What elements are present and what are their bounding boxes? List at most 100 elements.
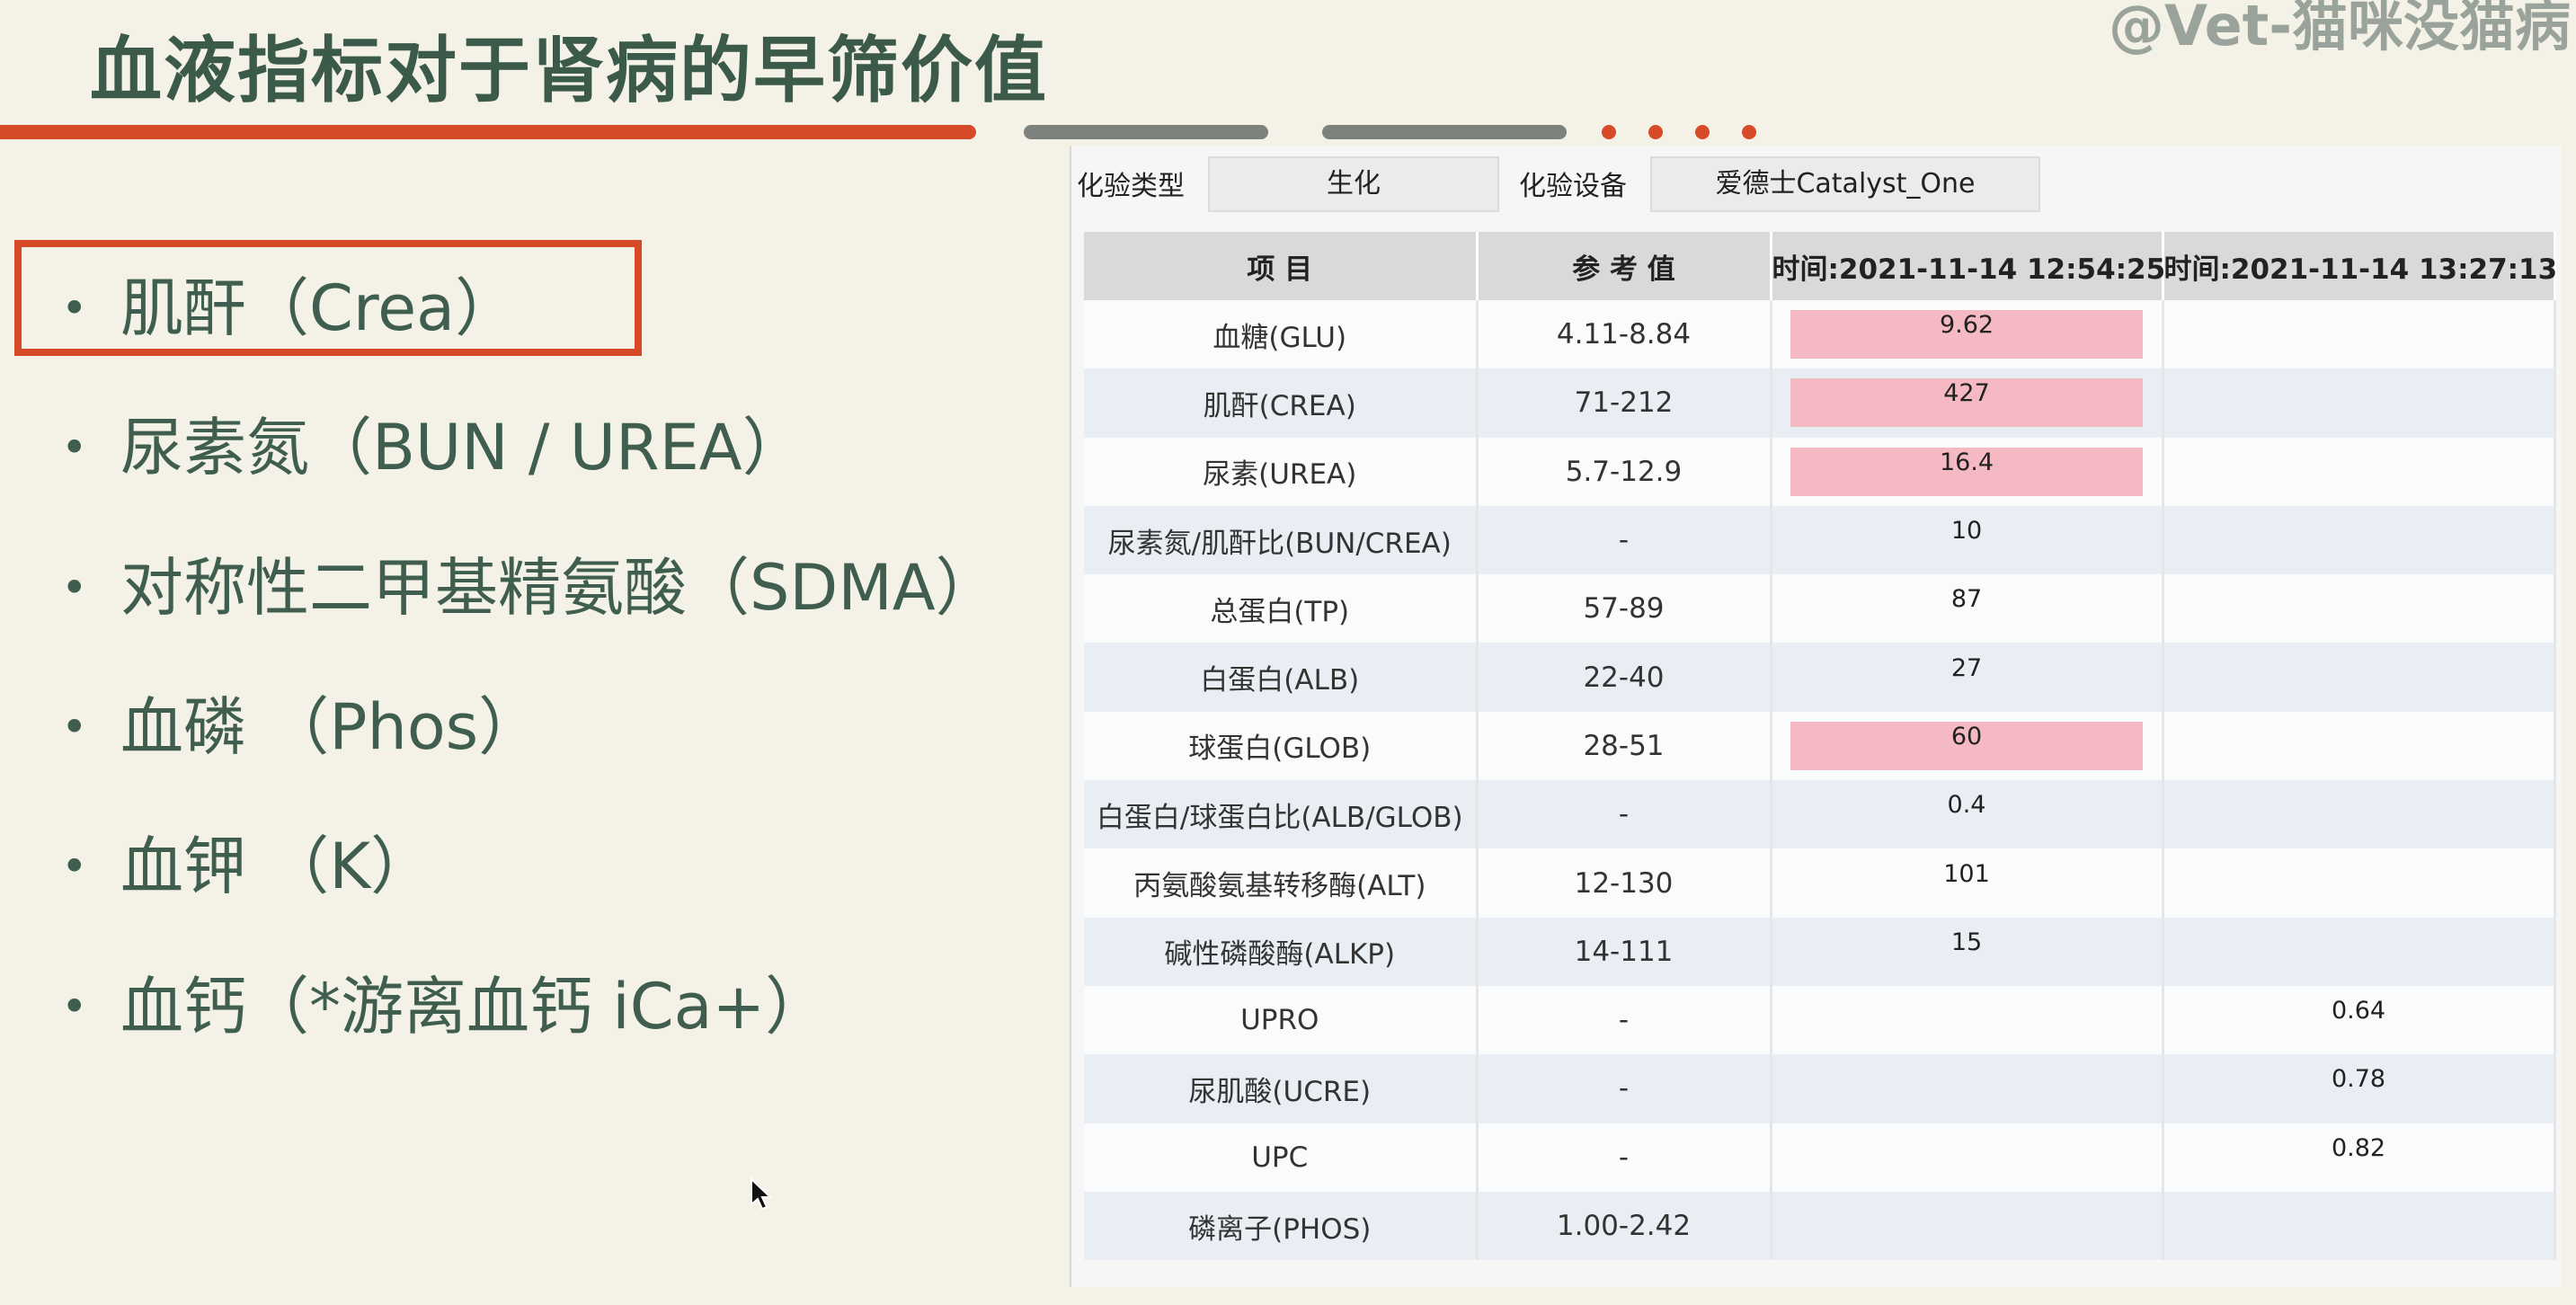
value: 0.78: [2331, 1065, 2386, 1094]
cell-time-2: [2163, 711, 2556, 781]
value: [2164, 790, 2554, 839]
progress-dot: [1648, 125, 1663, 139]
table-header-row: 项 目 参 考 值 时间:2021-11-14 12:54:25 时间:2021…: [1084, 232, 2557, 300]
cell-reference: 57-89: [1477, 574, 1772, 644]
device-select[interactable]: 爱德士Catalyst_One: [1650, 156, 2040, 212]
cell-time-1: [1771, 1123, 2164, 1192]
column-header-time-1[interactable]: 时间:2021-11-14 12:54:25: [1771, 232, 2165, 300]
column-header-reference[interactable]: 参 考 值: [1477, 232, 1772, 300]
cell-time-2: [2163, 848, 2556, 918]
value: [2164, 722, 2554, 770]
bullet-item: • 尿素氮（BUN / UREA）: [61, 411, 805, 484]
bullet-item: • 血钾 （K）: [61, 830, 434, 903]
cell-reference: 14-111: [1477, 917, 1772, 986]
progress-dot: [1695, 125, 1710, 139]
bullet-text: 血磷 （Phos）: [120, 690, 542, 764]
table-row[interactable]: UPC - 0.82: [1084, 1123, 2556, 1192]
cell-time-2: 0.64: [2163, 985, 2556, 1055]
mouse-cursor-icon: [751, 1177, 773, 1211]
watermark: @Vet-猫咪没猫病: [2108, 0, 2571, 58]
cell-reference: 28-51: [1477, 711, 1772, 781]
cell-time-1: 427: [1771, 368, 2164, 438]
table-row[interactable]: 肌酐(CREA) 71-212 427: [1084, 368, 2556, 438]
slide-title: 血液指标对于肾病的早筛价值: [90, 29, 1048, 112]
cell-time-2: [2163, 505, 2556, 575]
value-high-flag: 16.4: [1790, 447, 2143, 496]
bullet-text: 尿素氮（BUN / UREA）: [120, 411, 805, 484]
cell-time-2: [2163, 1191, 2556, 1261]
value-high-flag: 427: [1790, 378, 2143, 428]
cell-time-1: 87: [1771, 574, 2164, 644]
table-row[interactable]: 尿肌酸(UCRE) - 0.78: [1084, 1054, 2556, 1123]
value: 27: [1950, 653, 1983, 682]
cell-reference: 12-130: [1477, 848, 1772, 918]
progress-dot: [1602, 125, 1616, 139]
value: 10: [1950, 517, 1983, 546]
cell-time-2: [2163, 780, 2556, 849]
bullet-item: • 肌酐（Crea）: [61, 271, 519, 345]
column-header-time-2[interactable]: 时间:2021-11-14 13:27:13: [2163, 232, 2557, 300]
value: [2164, 378, 2554, 427]
cell-time-1: 16.4: [1771, 437, 2164, 506]
table-row[interactable]: 碱性磷酸酶(ALKP) 14-111 15: [1084, 917, 2556, 986]
cell-item-name: 尿肌酸(UCRE): [1084, 1054, 1479, 1123]
value-high-flag: 60: [1790, 721, 2143, 770]
lab-results-panel: 化验类型 生化 化验设备 爱德士Catalyst_One 项 目 参 考 值 时…: [1070, 146, 2562, 1287]
value: [2164, 584, 2554, 633]
cell-time-2: 0.78: [2163, 1054, 2556, 1123]
value: [1790, 1133, 2143, 1182]
bullet-item: • 血钙（*游离血钙 iCa+）: [61, 970, 829, 1043]
test-type-label: 化验类型: [1077, 171, 1185, 202]
cell-reference: 71-212: [1477, 368, 1772, 438]
value: [1790, 1202, 2143, 1250]
cell-reference: 1.00-2.42: [1477, 1191, 1772, 1261]
cell-time-2: 0.82: [2163, 1123, 2556, 1192]
test-type-select[interactable]: 生化: [1208, 156, 1499, 212]
table-row[interactable]: 白蛋白/球蛋白比(ALB/GLOB) - 0.4: [1084, 780, 2556, 849]
value-high-flag: 9.62: [1790, 310, 2143, 360]
bullet-text: 血钙（*游离血钙 iCa+）: [120, 970, 829, 1043]
table-row[interactable]: 白蛋白(ALB) 22-40 27: [1084, 643, 2556, 712]
cell-time-2: [2163, 917, 2556, 986]
table-row[interactable]: 尿素氮/肌酐比(BUN/CREA) - 10: [1084, 505, 2556, 575]
cell-time-1: 60: [1771, 711, 2164, 781]
cell-item-name: 碱性磷酸酶(ALKP): [1084, 917, 1479, 986]
filter-row: 化验类型 生化 化验设备 爱德士Catalyst_One: [1071, 146, 2562, 218]
table-row[interactable]: 总蛋白(TP) 57-89 87: [1084, 574, 2556, 644]
table-row[interactable]: 球蛋白(GLOB) 28-51 60: [1084, 711, 2556, 781]
value: [2164, 1202, 2554, 1250]
cell-time-1: 27: [1771, 643, 2164, 712]
cell-item-name: 磷离子(PHOS): [1084, 1191, 1479, 1261]
bullet-text: 肌酐（Crea）: [120, 271, 519, 345]
value: [2164, 516, 2554, 564]
cell-item-name: 尿素氮/肌酐比(BUN/CREA): [1084, 505, 1479, 575]
title-underline-red: [0, 125, 976, 139]
value: [2164, 859, 2554, 908]
table-row[interactable]: 尿素(UREA) 5.7-12.9 16.4: [1084, 437, 2556, 506]
table-row[interactable]: 丙氨酸氨基转移酶(ALT) 12-130 101: [1084, 848, 2556, 918]
cell-item-name: 白蛋白(ALB): [1084, 643, 1479, 712]
cell-time-1: 0.4: [1771, 780, 2164, 849]
cell-time-2: [2163, 300, 2556, 369]
bullet-item: • 血磷 （Phos）: [61, 690, 542, 764]
cell-item-name: 血糖(GLU): [1084, 300, 1479, 369]
value: [1790, 1064, 2143, 1113]
value: 15: [1950, 928, 1983, 956]
cell-item-name: UPRO: [1084, 985, 1479, 1055]
cell-time-2: [2163, 437, 2556, 506]
cell-time-1: [1771, 1054, 2164, 1123]
table-row[interactable]: UPRO - 0.64: [1084, 985, 2556, 1055]
table-row[interactable]: 磷离子(PHOS) 1.00-2.42: [1084, 1191, 2556, 1261]
cell-item-name: 肌酐(CREA): [1084, 368, 1479, 438]
cell-time-1: 10: [1771, 505, 2164, 575]
cell-reference: -: [1477, 985, 1772, 1055]
value: 87: [1950, 585, 1983, 614]
column-header-item[interactable]: 项 目: [1084, 232, 1479, 300]
table-row[interactable]: 血糖(GLU) 4.11-8.84 9.62: [1084, 300, 2556, 369]
cell-reference: -: [1477, 780, 1772, 849]
value: 101: [1943, 859, 1990, 888]
value: 0.82: [2331, 1133, 2386, 1162]
cell-time-1: 9.62: [1771, 300, 2164, 369]
progress-segment-2: [1322, 125, 1567, 139]
value: [2164, 653, 2554, 702]
